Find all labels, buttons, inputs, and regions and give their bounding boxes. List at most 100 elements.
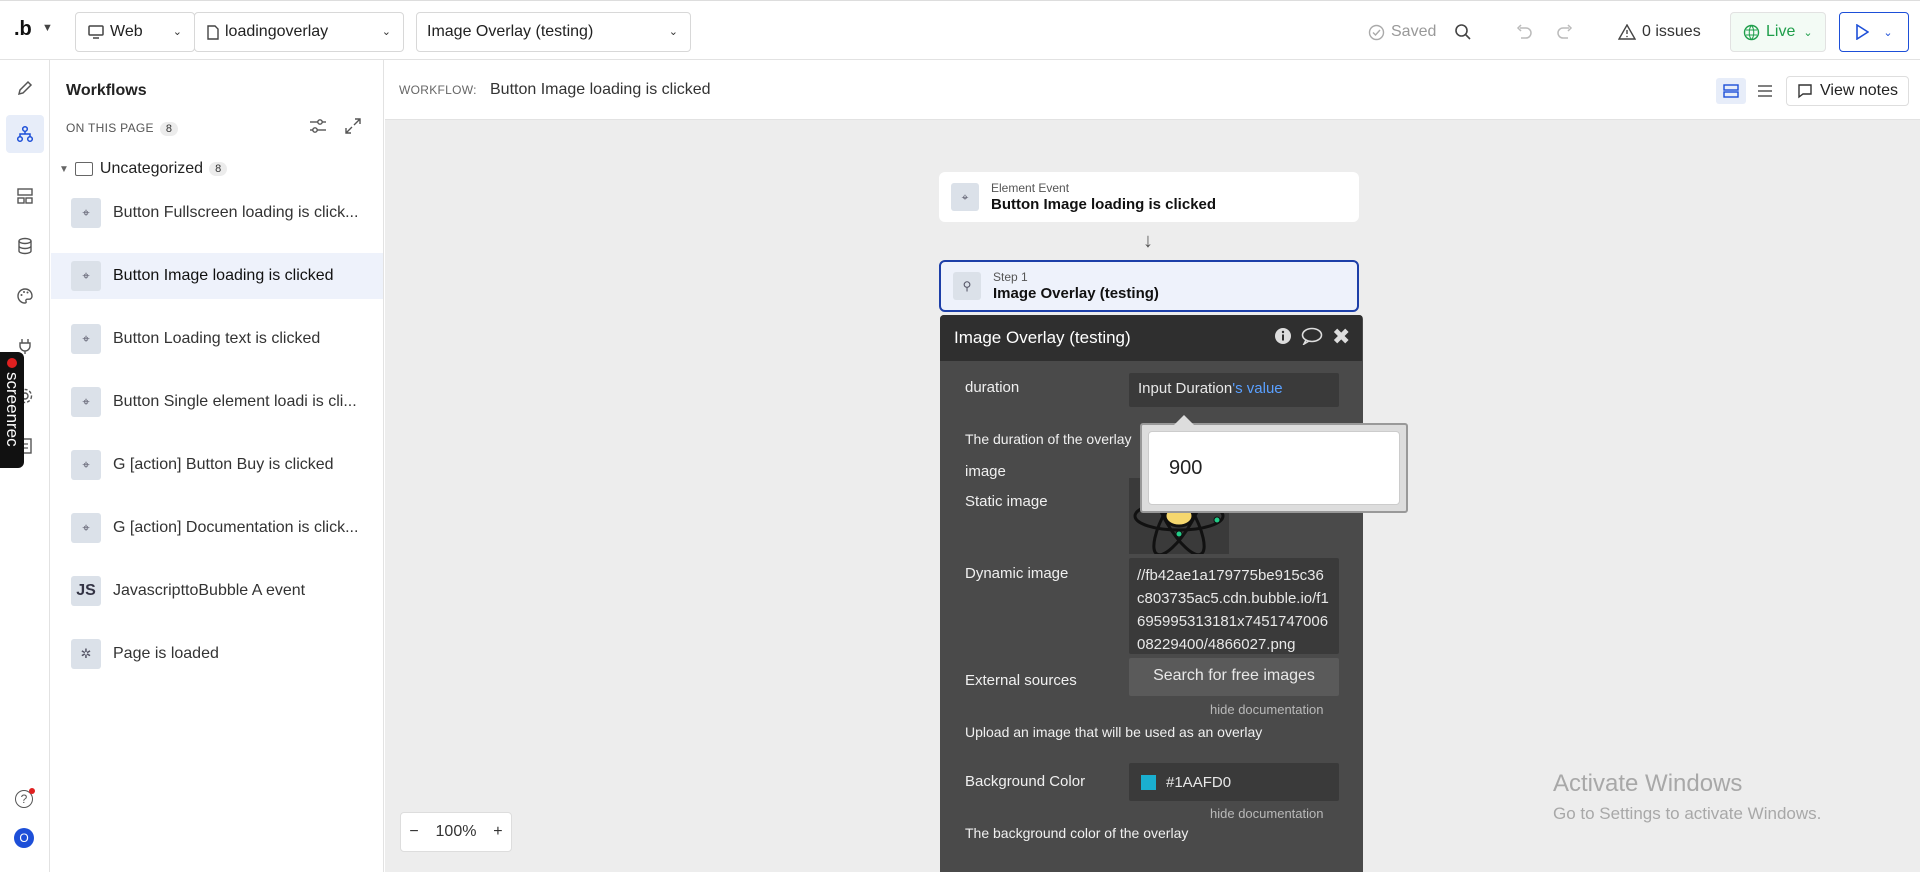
palette-icon[interactable] [13,284,37,308]
panel-header: Image Overlay (testing) ✖ [940,315,1362,361]
workflows-sidebar: Workflows ON THIS PAGE 8 ▼ Uncategorized 8… [51,60,384,872]
chevron-down-icon: ⌄ [172,26,182,38]
sidebar-workflow-item[interactable]: JS JavascripttoBubble A event [51,568,383,614]
bubble-logo[interactable]: .b [14,18,32,41]
duration-value-suffix: 's value [1232,380,1283,397]
database-icon[interactable] [13,234,37,258]
sidebar-workflow-item[interactable]: ⌖ G [action] Button Buy is clicked [51,442,383,488]
workflow-name: Button Image loading is clicked [490,81,711,98]
issues-button[interactable]: 0 issues [1618,12,1701,52]
cursor-click-icon: ⌖ [71,450,101,480]
workflow-item-label: JavascripttoBubble A event [113,582,306,599]
plug-icon: ⚲ [953,272,981,300]
layout-icon[interactable] [13,184,37,208]
page-icon [207,24,219,40]
chevron-down-icon: ⌄ [381,26,391,38]
close-icon[interactable]: ✖ [1332,324,1350,350]
expand-icon[interactable] [345,118,361,139]
issues-label: 0 issues [1642,23,1701,40]
saved-status: Saved [1368,12,1436,52]
sidebar-workflow-item[interactable]: ⌖ Button Single element loadi is cli... [51,379,383,425]
redo-button[interactable] [1556,12,1574,52]
view-notes-button[interactable]: View notes [1786,76,1909,106]
screenrec-label: screenrec [3,372,22,447]
undo-button[interactable] [1515,12,1533,52]
cursor-click-icon: ⌖ [71,513,101,543]
page-label: loadingoverlay [225,23,329,40]
redo-icon [1557,24,1573,39]
zoom-control: − 100% + [400,812,512,852]
workflow-item-label: G [action] Button Buy is clicked [113,456,334,473]
platform-select[interactable]: Web ⌄ [75,12,195,52]
category-label: Uncategorized [99,160,204,177]
design-pencil-icon[interactable] [13,76,37,100]
js-icon: JS [71,576,101,606]
search-icon [1455,24,1471,40]
step-card[interactable]: ⚲ Step 1 Image Overlay (testing) [939,260,1359,312]
watermark-line-2: Go to Settings to activate Windows. [1553,804,1822,823]
cursor-click-icon: ⌖ [71,261,101,291]
duration-field[interactable]: Input Duration's value [1129,373,1339,407]
value-input[interactable]: 900 [1148,431,1400,505]
sidebar-workflow-item[interactable]: ⌖ Button Loading text is clicked [51,316,383,362]
sidebar-workflow-item[interactable]: ✲ Page is loaded [51,631,383,677]
search-free-images-button[interactable]: Search for free images [1129,658,1339,696]
count-badge: 8 [159,122,179,136]
event-card[interactable]: ⌖ Element Event Button Image loading is … [939,172,1359,222]
background-description: The background color of the overlay [965,825,1189,841]
windows-activation-watermark: Activate Windows Go to Settings to activ… [1553,770,1821,824]
saved-label: Saved [1391,23,1437,40]
loading-icon: ✲ [71,639,101,669]
zoom-level: 100% [435,823,477,840]
workflow-canvas[interactable]: WORKFLOW: Button Image loading is clicke… [385,60,1920,872]
sidebar-workflow-item-active[interactable]: ⌖ Button Image loading is clicked [51,253,383,299]
search-button[interactable] [1454,12,1472,52]
live-button[interactable]: Live ⌄ [1730,12,1826,52]
cursor-click-icon: ⌖ [71,198,101,228]
list-view-icon[interactable] [1750,78,1780,104]
duration-description: The duration of the overlay [965,431,1132,447]
background-color-field[interactable]: #1AAFD0 [1129,763,1339,801]
collapse-triangle-icon: ▼ [59,163,69,175]
screenrec-tab[interactable]: screenrec [0,352,24,468]
hide-documentation-link[interactable]: hide documentation [1210,702,1323,717]
event-type: Element Event [991,181,1070,195]
step-number: Step 1 [993,270,1028,284]
play-icon [1856,24,1870,40]
info-icon[interactable] [1274,327,1292,350]
panel-title: Image Overlay (testing) [954,328,1131,347]
category-uncategorized[interactable]: ▼ Uncategorized 8 [59,160,228,178]
sidebar-title: Workflows [66,82,147,99]
avatar[interactable]: O [14,828,34,848]
top-border [0,0,1920,5]
upload-description: Upload an image that will be used as an … [965,724,1263,740]
chevron-down-icon: ⌄ [1883,26,1893,39]
sidebar-workflow-item[interactable]: ⌖ Button Fullscreen loading is click... [51,190,383,236]
comment-icon[interactable] [1301,327,1323,350]
card-view-icon[interactable] [1716,78,1746,104]
monitor-icon [88,25,104,39]
check-circle-icon [1368,24,1385,40]
color-swatch [1141,774,1156,790]
zoom-in-button[interactable]: + [493,823,502,841]
dynamic-image-field[interactable]: //fb42ae1a179775be915c36c803735ac5.cdn.b… [1129,558,1339,654]
static-image-label: Static image [965,493,1048,510]
workflow-select[interactable]: Image Overlay (testing) ⌄ [416,12,691,52]
filter-sliders-icon[interactable] [309,118,327,139]
arrow-down-icon: ↓ [1143,230,1153,252]
logo-chevron-down-icon[interactable]: ▼ [42,22,53,34]
warning-icon [1618,24,1636,40]
workflow-item-label: Button Loading text is clicked [113,330,321,347]
zoom-out-button[interactable]: − [409,823,418,841]
cursor-click-icon: ⌖ [71,324,101,354]
duration-label: duration [965,379,1020,396]
preview-button[interactable]: ⌄ [1839,12,1909,52]
category-count-badge: 8 [209,162,228,176]
globe-icon [1743,24,1760,40]
workflow-item-label: Page is loaded [113,645,219,662]
hide-documentation-link-2[interactable]: hide documentation [1210,806,1323,821]
canvas-header: WORKFLOW: Button Image loading is clicke… [385,60,1920,120]
sidebar-workflow-item[interactable]: ⌖ G [action] Documentation is click... [51,505,383,551]
workflow-icon[interactable] [6,115,44,153]
page-select[interactable]: loadingoverlay ⌄ [194,12,404,52]
